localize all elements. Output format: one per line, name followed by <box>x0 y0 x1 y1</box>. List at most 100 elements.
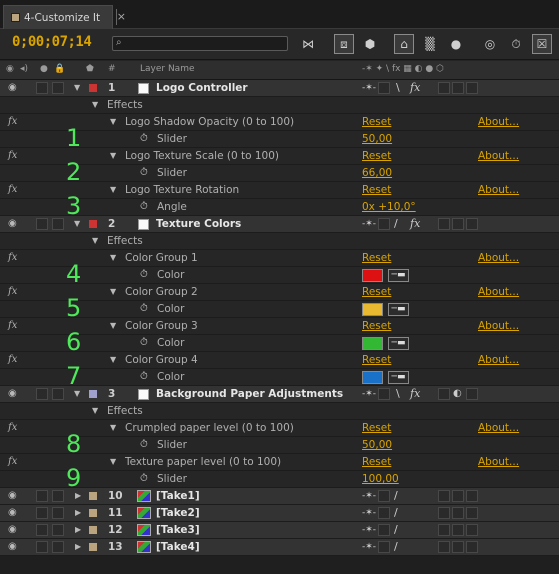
eye-icon[interactable]: ◉ <box>8 488 17 504</box>
param-row[interactable]: ⏱ Color ─▬ <box>0 369 559 386</box>
about-link[interactable]: About... <box>478 352 519 368</box>
switch-box[interactable] <box>452 541 464 553</box>
video-switch-icon[interactable]: ◉ <box>6 64 14 74</box>
slider-value[interactable]: 50,00 <box>362 437 392 453</box>
quality-icon[interactable]: / <box>394 488 398 504</box>
layer-name[interactable]: Logo Controller <box>156 80 248 96</box>
eyedropper-icon[interactable]: ─▬ <box>388 337 409 350</box>
param-row[interactable]: ⏱ Color ─▬ <box>0 301 559 318</box>
switch-box[interactable] <box>438 82 450 94</box>
effect-name[interactable]: Logo Texture Rotation <box>125 182 239 198</box>
layer-name[interactable]: Texture Colors <box>156 216 241 232</box>
layer-row[interactable]: ◉ ▶ 10 [Take1] -✶- / <box>0 488 559 505</box>
param-row[interactable]: ⏱ Slider 66,00 <box>0 165 559 182</box>
label-column-icon[interactable]: ⬟ <box>86 64 94 74</box>
label-color[interactable] <box>89 390 97 398</box>
effect-name[interactable]: Color Group 4 <box>125 352 198 368</box>
solo-switch-icon[interactable]: ● <box>40 64 48 74</box>
effect-row[interactable]: fx ▼ Color Group 4 Reset About... <box>0 352 559 369</box>
layer-row[interactable]: ◉ ▼ 2 Texture Colors -✶- / fx <box>0 216 559 233</box>
label-color[interactable] <box>89 526 97 534</box>
effect-row[interactable]: fx ▼ Logo Shadow Opacity (0 to 100) Rese… <box>0 114 559 131</box>
collapse-switch[interactable] <box>378 218 390 230</box>
stopwatch-icon[interactable]: ⏱ <box>140 369 148 385</box>
stopwatch-icon[interactable]: ⏱ <box>140 267 148 283</box>
expand-triangle-icon[interactable]: ▼ <box>110 284 116 300</box>
expand-triangle-icon[interactable]: ▶ <box>75 505 81 521</box>
about-link[interactable]: About... <box>478 114 519 130</box>
fx-icon[interactable]: fx <box>8 284 17 300</box>
effect-name[interactable]: Color Group 3 <box>125 318 198 334</box>
expand-triangle-icon[interactable]: ▼ <box>110 250 116 266</box>
effect-row[interactable]: fx ▼ Texture paper level (0 to 100) Rese… <box>0 454 559 471</box>
fx-icon[interactable]: fx <box>8 318 17 334</box>
color-swatch[interactable] <box>362 269 383 282</box>
expand-triangle-icon[interactable]: ▼ <box>110 454 116 470</box>
param-row[interactable]: ⏱ Slider 100,00 <box>0 471 559 488</box>
expand-triangle-icon[interactable]: ▼ <box>110 114 116 130</box>
quality-icon[interactable]: / <box>394 216 398 232</box>
switch-box[interactable] <box>466 388 478 400</box>
eye-icon[interactable]: ◉ <box>8 505 17 521</box>
reset-link[interactable]: Reset <box>362 114 391 130</box>
label-color[interactable] <box>89 509 97 517</box>
shy-icon[interactable]: -✶- <box>362 522 376 538</box>
switch-box[interactable] <box>466 524 478 536</box>
lock-box[interactable] <box>52 507 64 519</box>
motion-blur-icon[interactable]: ● <box>446 34 466 54</box>
switch-box[interactable] <box>438 218 450 230</box>
adjustment-layer-icon[interactable]: ◐ <box>453 386 462 402</box>
quality-icon[interactable]: / <box>394 539 398 555</box>
reset-link[interactable]: Reset <box>362 352 391 368</box>
fx-icon[interactable]: fx <box>8 148 17 164</box>
switch-box[interactable] <box>466 82 478 94</box>
lock-box[interactable] <box>52 524 64 536</box>
collapse-switch[interactable] <box>378 82 390 94</box>
collapse-switch[interactable] <box>378 388 390 400</box>
quality-icon[interactable]: \ <box>396 80 400 96</box>
eyedropper-icon[interactable]: ─▬ <box>388 269 409 282</box>
solo-box[interactable] <box>36 82 48 94</box>
switch-box[interactable] <box>466 218 478 230</box>
layer-row[interactable]: ◉ ▶ 12 [Take3] -✶- / <box>0 522 559 539</box>
switch-box[interactable] <box>452 524 464 536</box>
fx-icon[interactable]: fx <box>8 420 17 436</box>
shy-icon[interactable]: -✶- <box>362 216 376 232</box>
fx-icon[interactable]: fx <box>8 352 17 368</box>
collapse-switch[interactable] <box>378 524 390 536</box>
expand-triangle-icon[interactable]: ▶ <box>75 539 81 555</box>
fx-switch-icon[interactable]: fx <box>410 80 420 96</box>
quality-icon[interactable]: / <box>394 522 398 538</box>
label-color[interactable] <box>89 84 97 92</box>
eyedropper-icon[interactable]: ─▬ <box>388 303 409 316</box>
column-layer-name[interactable]: Layer Name <box>140 64 195 74</box>
expand-triangle-icon[interactable]: ▼ <box>110 182 116 198</box>
effect-row[interactable]: fx ▼ Logo Texture Rotation Reset About..… <box>0 182 559 199</box>
effect-name[interactable]: Color Group 2 <box>125 284 198 300</box>
angle-value[interactable]: 0x +10,0° <box>362 199 416 215</box>
label-color[interactable] <box>89 492 97 500</box>
switch-box[interactable] <box>466 541 478 553</box>
switch-box[interactable] <box>438 388 450 400</box>
switch-box[interactable] <box>466 507 478 519</box>
layer-name[interactable]: [Take4] <box>156 539 200 555</box>
eyedropper-icon[interactable]: ─▬ <box>388 371 409 384</box>
about-link[interactable]: About... <box>478 250 519 266</box>
layer-name[interactable]: Background Paper Adjustments <box>156 386 343 402</box>
layer-name[interactable]: [Take1] <box>156 488 200 504</box>
brainstorm-icon[interactable]: ☒ <box>532 34 552 54</box>
about-link[interactable]: About... <box>478 148 519 164</box>
effect-row[interactable]: fx ▼ Color Group 2 Reset About... <box>0 284 559 301</box>
eye-icon[interactable]: ◉ <box>8 216 17 232</box>
solo-box[interactable] <box>36 524 48 536</box>
stopwatch-icon[interactable]: ⏱ <box>506 34 526 54</box>
stopwatch-icon[interactable]: ⏱ <box>140 471 148 487</box>
lock-box[interactable] <box>52 541 64 553</box>
reset-link[interactable]: Reset <box>362 454 391 470</box>
about-link[interactable]: About... <box>478 284 519 300</box>
draft-3d-icon[interactable]: ⬢ <box>360 34 380 54</box>
fx-icon[interactable]: fx <box>8 250 17 266</box>
stopwatch-icon[interactable]: ⏱ <box>140 131 148 147</box>
lock-box[interactable] <box>52 218 64 230</box>
stopwatch-icon[interactable]: ⏱ <box>140 199 148 215</box>
